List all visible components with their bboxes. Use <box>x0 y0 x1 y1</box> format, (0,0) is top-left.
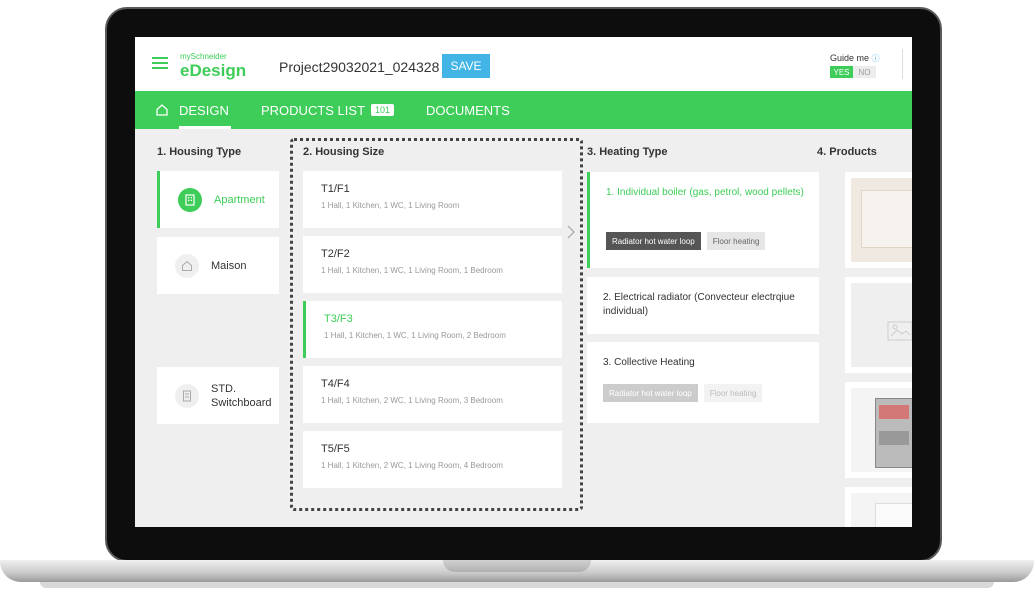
switch-plate-icon <box>861 190 912 248</box>
heating-type-name: 2. Electrical radiator (Convecteur elect… <box>603 292 795 317</box>
brand-subtitle: mySchneider <box>180 52 227 61</box>
chevron-right-icon <box>567 225 575 239</box>
topbar-divider <box>902 49 903 79</box>
top-bar: mySchneider eDesign Project29032021_0243… <box>135 37 912 91</box>
products-title: 4. Products <box>817 146 877 158</box>
laptop-shadow <box>40 582 994 588</box>
info-icon[interactable]: ⓘ <box>872 54 880 63</box>
heating-type-card[interactable]: 2. Electrical radiator (Convecteur elect… <box>587 277 819 334</box>
tab-documents-label: DOCUMENTS <box>426 102 510 118</box>
switchboard-product-icon <box>875 398 912 468</box>
guide-me-toggle[interactable]: YES NO <box>830 66 876 78</box>
tab-products-list[interactable]: PRODUCTS LIST 101 <box>261 91 395 129</box>
heating-type-name: 3. Collective Heating <box>603 357 695 368</box>
app-screen: mySchneider eDesign Project29032021_0243… <box>135 37 912 527</box>
tab-design-label: DESIGN <box>179 102 229 118</box>
product-image <box>851 388 912 472</box>
chip-floor-heating[interactable]: Floor heating <box>703 384 763 402</box>
housing-type-switchboard[interactable]: STD. Switchboard <box>157 367 279 424</box>
housing-type-maison[interactable]: Maison <box>157 237 279 294</box>
guide-me-label: Guide me ⓘ <box>830 53 880 64</box>
guide-me-text: Guide me <box>830 53 870 63</box>
product-card[interactable] <box>845 277 912 373</box>
highlight-frame <box>290 138 583 511</box>
housing-type-label: Apartment <box>214 193 265 206</box>
building-icon <box>178 187 202 212</box>
guide-no-option[interactable]: NO <box>853 66 876 78</box>
housing-type-apartment[interactable]: Apartment <box>157 171 279 228</box>
tab-design[interactable]: DESIGN <box>155 91 229 129</box>
product-image <box>851 178 912 262</box>
tab-documents[interactable]: DOCUMENTS <box>426 91 510 129</box>
heating-type-card-selected[interactable]: 1. Individual boiler (gas, petrol, wood … <box>587 172 819 268</box>
brand-logo[interactable]: eDesign <box>180 61 246 81</box>
chip-radiator-hot-water-loop[interactable]: Radiator hot water loop <box>603 384 698 402</box>
guide-yes-option[interactable]: YES <box>830 66 853 78</box>
laptop-notch <box>443 560 591 572</box>
project-name[interactable]: Project29032021_024328 <box>279 59 439 75</box>
hamburger-menu-icon[interactable] <box>152 57 168 69</box>
housing-type-title: 1. Housing Type <box>157 146 242 158</box>
tab-products-label: PRODUCTS LIST <box>261 102 366 118</box>
heating-options: Radiator hot water loop Floor heating <box>603 384 768 402</box>
enclosure-product-icon <box>875 503 912 527</box>
image-placeholder <box>851 283 912 367</box>
image-placeholder-icon <box>887 321 912 341</box>
heating-type-card[interactable]: 3. Collective Heating Radiator hot water… <box>587 342 819 423</box>
save-button[interactable]: SAVE <box>442 54 490 78</box>
main-nav: DESIGN PRODUCTS LIST 101 DOCUMENTS <box>135 91 912 129</box>
products-count-badge: 101 <box>371 104 395 116</box>
chip-radiator-hot-water-loop[interactable]: Radiator hot water loop <box>606 232 701 250</box>
heating-type-title: 3. Heating Type <box>587 146 668 158</box>
housing-type-label: STD. Switchboard <box>211 382 272 409</box>
product-image <box>851 493 912 527</box>
product-card[interactable] <box>845 172 912 268</box>
home-icon <box>156 104 168 116</box>
active-tab-indicator <box>179 126 231 129</box>
product-card[interactable] <box>845 487 912 527</box>
house-icon <box>175 253 199 278</box>
heating-type-name: 1. Individual boiler (gas, petrol, wood … <box>606 187 804 198</box>
switchboard-icon <box>175 383 199 408</box>
product-card[interactable] <box>845 382 912 478</box>
chip-floor-heating[interactable]: Floor heating <box>706 232 766 250</box>
heating-options: Radiator hot water loop Floor heating <box>606 232 771 250</box>
housing-type-label: Maison <box>211 259 247 272</box>
